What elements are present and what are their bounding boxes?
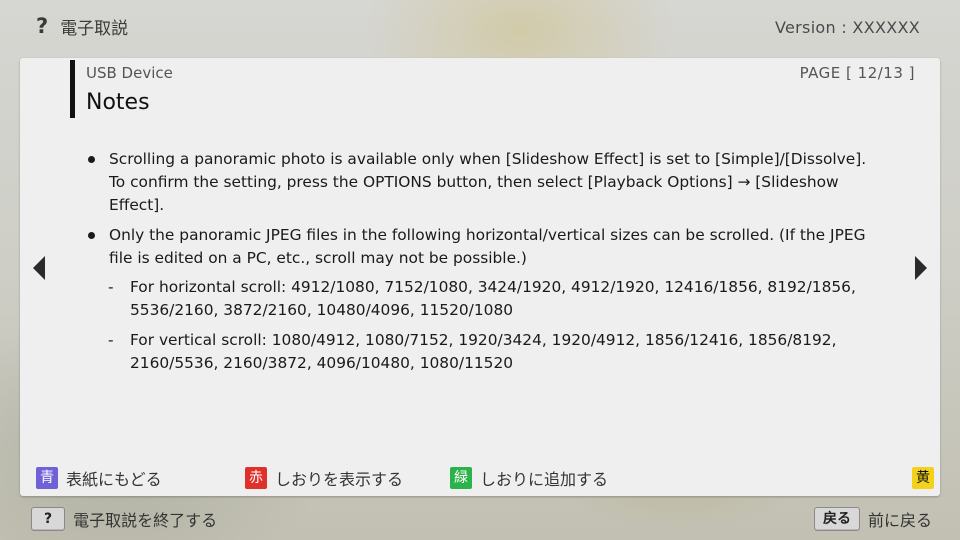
back-label: 前に戻る xyxy=(867,511,932,530)
red-key-action[interactable]: 赤 しおりを表示する xyxy=(245,467,403,489)
yellow-key-icon: 黄 xyxy=(912,467,934,489)
note-text: Only the panoramic JPEG files in the fol… xyxy=(109,226,866,267)
green-key-label: しおりに追加する xyxy=(480,470,609,489)
manual-title: ? 電子取説 xyxy=(36,13,128,39)
note-item: Scrolling a panoramic photo is available… xyxy=(85,148,885,217)
back-key-icon: 戻る xyxy=(813,507,860,531)
page-title: Notes xyxy=(86,90,150,115)
size-list-item: - For vertical scroll: 1080/4912, 1080/7… xyxy=(108,329,885,375)
exit-manual-label: 電子取説を終了する xyxy=(73,511,218,530)
red-key-label: しおりを表示する xyxy=(275,470,404,489)
help-key-icon: ? xyxy=(31,507,66,531)
green-key-action[interactable]: 緑 しおりに追加する xyxy=(450,467,608,489)
red-key-icon: 赤 xyxy=(245,467,267,489)
heading-accent-bar xyxy=(70,60,75,118)
blue-key-label: 表紙にもどる xyxy=(66,470,162,489)
size-list-item: - For horizontal scroll: 4912/1080, 7152… xyxy=(108,276,885,322)
note-item: Only the panoramic JPEG files in the fol… xyxy=(85,224,885,375)
blue-key-icon: 青 xyxy=(36,467,58,489)
notes-content: Scrolling a panoramic photo is available… xyxy=(85,148,885,382)
dash-marker: - xyxy=(108,331,114,349)
green-key-icon: 緑 xyxy=(450,467,472,489)
arrow-right-icon[interactable] xyxy=(915,256,927,280)
manual-title-label: 電子取説 xyxy=(60,18,129,39)
yellow-key-action[interactable]: 黄 xyxy=(912,467,934,489)
blue-key-action[interactable]: 青 表紙にもどる xyxy=(36,467,162,489)
arrow-left-icon[interactable] xyxy=(33,256,45,280)
back-action[interactable]: 戻る 前に戻る xyxy=(813,507,932,531)
help-icon: ? xyxy=(36,14,49,38)
size-list-text: For vertical scroll: 1080/4912, 1080/715… xyxy=(130,331,837,372)
version-label: Version : XXXXXX xyxy=(775,18,920,37)
dash-marker: - xyxy=(108,278,114,296)
size-list-text: For horizontal scroll: 4912/1080, 7152/1… xyxy=(130,278,856,319)
exit-manual-action[interactable]: ? 電子取説を終了する xyxy=(31,507,217,531)
note-text: Scrolling a panoramic photo is available… xyxy=(109,150,867,214)
section-label: USB Device xyxy=(86,64,173,82)
size-list: - For horizontal scroll: 4912/1080, 7152… xyxy=(108,276,885,375)
content-panel: USB Device PAGE [ 12/13 ] Notes Scrollin… xyxy=(20,58,940,496)
page-indicator: PAGE [ 12/13 ] xyxy=(799,64,915,82)
